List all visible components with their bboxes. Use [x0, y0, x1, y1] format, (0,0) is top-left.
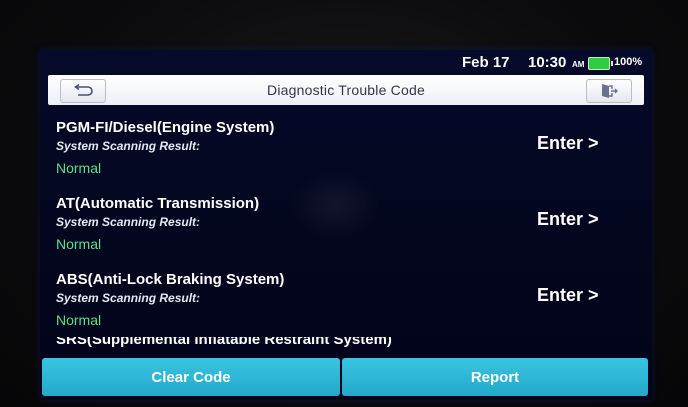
battery-percentage: 100%: [614, 56, 643, 68]
system-name: SRS(Supplemental Inflatable Restraint Sy…: [56, 337, 392, 354]
system-status: Normal: [56, 160, 102, 176]
battery-icon: [588, 57, 613, 70]
system-name: PGM-FI/Diesel(Engine System): [56, 119, 275, 136]
status-time: 10:30: [528, 54, 567, 71]
system-item-engine: PGM-FI/Diesel(Engine System) System Scan…: [40, 108, 652, 182]
header-bar: Diagnostic Trouble Code: [48, 75, 644, 105]
exit-door-icon: [602, 84, 618, 98]
enter-button-engine[interactable]: Enter >: [537, 133, 599, 154]
system-scan-label: System Scanning Result:: [56, 215, 201, 229]
bottom-action-bar: Clear Code Report: [40, 356, 652, 400]
enter-button-transmission[interactable]: Enter >: [537, 209, 599, 230]
system-name: AT(Automatic Transmission): [56, 195, 260, 212]
system-item-abs: ABS(Anti-Lock Braking System) System Sca…: [40, 260, 652, 334]
page-title: Diagnostic Trouble Code: [267, 82, 425, 98]
system-item-transmission: AT(Automatic Transmission) System Scanni…: [40, 184, 652, 258]
system-name: ABS(Anti-Lock Braking System): [56, 271, 285, 288]
enter-button-abs[interactable]: Enter >: [537, 285, 599, 306]
device-screen: Feb 17 10:30 AM 100% Diagnostic Trouble …: [40, 50, 652, 400]
status-ampm: AM: [572, 60, 585, 69]
status-bar: Feb 17 10:30 AM 100%: [40, 50, 652, 74]
status-date: Feb 17: [462, 54, 510, 71]
system-scan-label: System Scanning Result:: [56, 139, 201, 153]
clear-code-button[interactable]: Clear Code: [42, 358, 340, 396]
system-status: Normal: [56, 312, 102, 328]
system-scan-label: System Scanning Result:: [56, 291, 201, 305]
system-name-text: SRS(Supplemental Inflatable Restraint Sy…: [56, 337, 392, 348]
system-list: PGM-FI/Diesel(Engine System) System Scan…: [40, 108, 652, 358]
report-button[interactable]: Report: [342, 358, 648, 396]
system-status: Normal: [56, 236, 102, 252]
exit-button[interactable]: [586, 79, 632, 103]
